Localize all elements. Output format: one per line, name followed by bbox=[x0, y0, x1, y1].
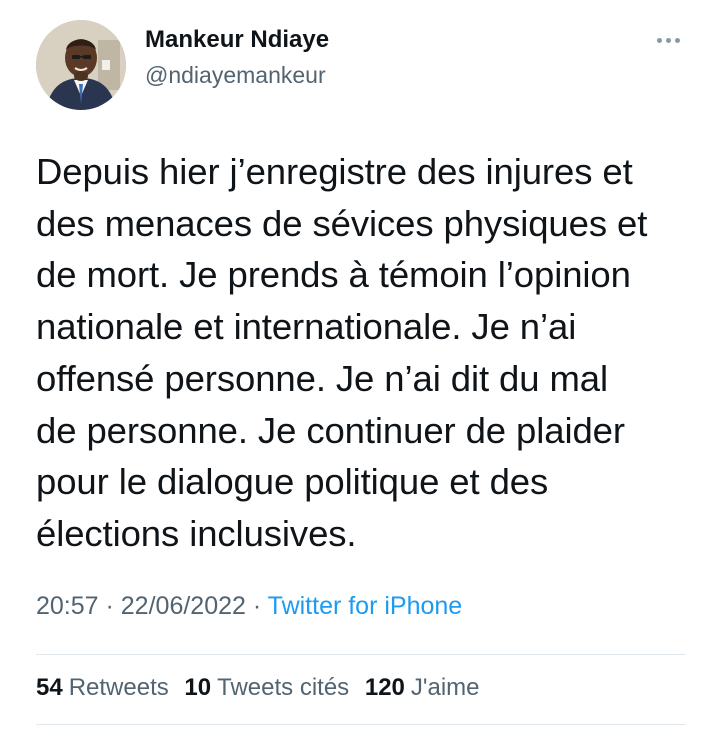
likes-count: 120 bbox=[364, 674, 405, 701]
more-horizontal-icon bbox=[656, 37, 662, 43]
tweet-time[interactable]: 20:57 bbox=[36, 592, 99, 620]
tweet-text: Depuis hier j’enregistre des injures et … bbox=[36, 146, 686, 560]
quote-tweets-stat[interactable]: 10 Tweets cités bbox=[184, 674, 349, 701]
likes-label: J'aime bbox=[410, 674, 480, 701]
tweet-text-line: des menaces de sévices physiques et bbox=[36, 202, 648, 244]
tweet-text-line: offensé personne. Je n’ai dit du mal bbox=[36, 357, 608, 399]
author-handle[interactable]: @ndiayemankeur bbox=[145, 62, 326, 89]
divider bbox=[36, 724, 686, 725]
more-horizontal-icon-dot bbox=[674, 37, 680, 43]
tweet-text-line: de personne. Je continuer de plaider bbox=[36, 409, 625, 451]
tweet-stats: 54 Retweets 10 Tweets cités 120 J'aime bbox=[36, 674, 489, 702]
quote-tweets-count: 10 bbox=[184, 674, 212, 701]
tweet-date[interactable]: 22/06/2022 bbox=[121, 592, 246, 620]
quote-tweets-label: Tweets cités bbox=[217, 674, 350, 701]
meta-separator: · bbox=[98, 592, 121, 620]
profile-photo-icon bbox=[36, 20, 126, 110]
tweet-source-link[interactable]: Twitter for iPhone bbox=[268, 592, 463, 620]
retweets-count: 54 bbox=[36, 674, 63, 701]
avatar[interactable] bbox=[36, 20, 126, 110]
tweet-text-line: Depuis hier j’enregistre des injures et bbox=[36, 151, 633, 192]
retweets-label: Retweets bbox=[68, 674, 169, 701]
tweet-text-line: nationale et internationale. Je n’ai bbox=[36, 306, 577, 348]
tweet-meta: 20:57 · 22/06/2022 · Twitter for iPhone bbox=[36, 592, 462, 621]
tweet-text-line: élections inclusives. bbox=[36, 512, 357, 554]
more-horizontal-icon-dot bbox=[665, 37, 671, 43]
tweet-text-line: pour le dialogue politique et des bbox=[36, 461, 549, 503]
divider bbox=[36, 654, 686, 655]
likes-stat[interactable]: 120 J'aime bbox=[365, 674, 480, 701]
author-name[interactable]: Mankeur Ndiaye bbox=[145, 26, 329, 54]
more-options-button[interactable] bbox=[648, 28, 688, 52]
tweet-text-line: de mort. Je prends à témoin l’opinion bbox=[36, 254, 631, 296]
meta-separator: · bbox=[245, 592, 268, 620]
retweets-stat[interactable]: 54 Retweets bbox=[36, 674, 169, 701]
tweet-card: Mankeur Ndiaye @ndiayemankeur Depuis hie… bbox=[0, 0, 720, 735]
